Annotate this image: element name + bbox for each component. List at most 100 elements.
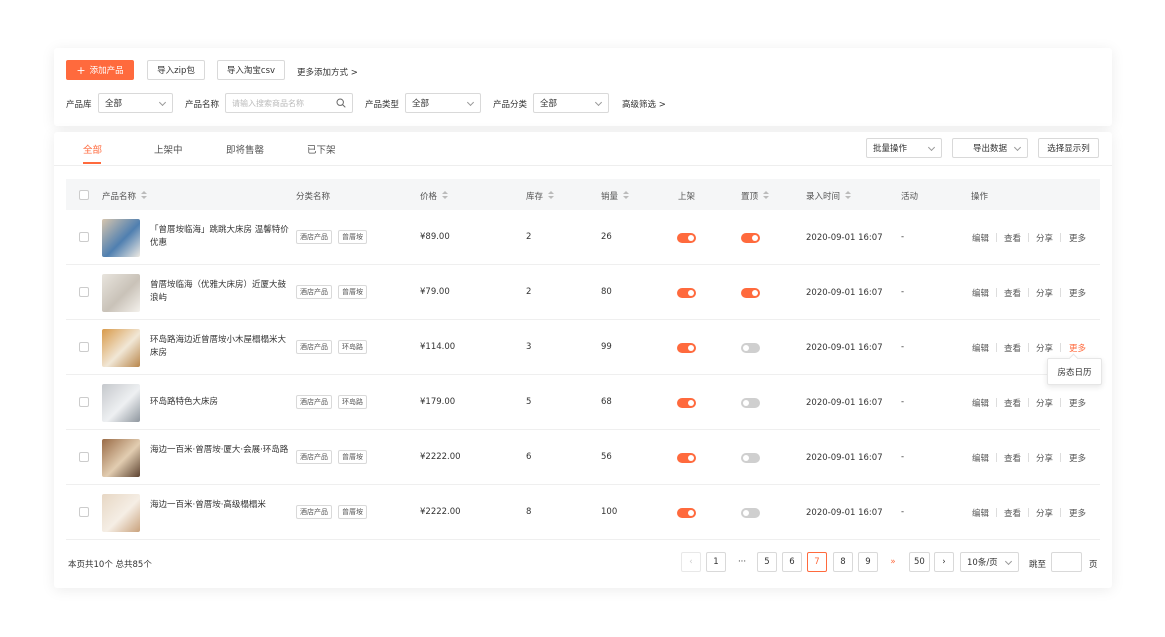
- goto-page-field[interactable]: [1058, 557, 1075, 567]
- more-action[interactable]: 更多: [1069, 397, 1086, 409]
- listed-toggle[interactable]: [677, 288, 696, 298]
- choose-columns-button[interactable]: 选择显示列: [1038, 138, 1099, 158]
- prev-page-button[interactable]: ‹: [681, 552, 701, 572]
- product-thumbnail[interactable]: [102, 439, 140, 477]
- page-button[interactable]: 50: [909, 552, 930, 572]
- listed-toggle[interactable]: [677, 233, 696, 243]
- import-taobao-button[interactable]: 导入淘宝csv: [217, 60, 285, 80]
- col-sales[interactable]: 销量: [601, 190, 630, 202]
- name-search-input[interactable]: [225, 93, 353, 113]
- library-select[interactable]: 全部: [98, 93, 173, 113]
- edit-action[interactable]: 编辑: [972, 342, 989, 354]
- room-calendar-tooltip[interactable]: 房态日历: [1047, 358, 1102, 385]
- sort-icon[interactable]: [845, 191, 852, 200]
- page-button[interactable]: 5: [757, 552, 777, 572]
- next-page-button[interactable]: ›: [934, 552, 954, 572]
- product-name[interactable]: 「曾厝垵临海」跳跳大床房 温馨特价优惠: [150, 224, 290, 250]
- view-action[interactable]: 查看: [1004, 507, 1021, 519]
- page-button[interactable]: 9: [858, 552, 878, 572]
- page-button[interactable]: 1: [706, 552, 726, 572]
- edit-action[interactable]: 编辑: [972, 287, 989, 299]
- tab-off-shelf[interactable]: 已下架: [307, 142, 336, 156]
- pinned-toggle[interactable]: [741, 398, 760, 408]
- page-button[interactable]: 7: [807, 552, 827, 572]
- tab-on-sale[interactable]: 上架中: [154, 142, 183, 156]
- edit-action[interactable]: 编辑: [972, 452, 989, 464]
- pinned-toggle[interactable]: [741, 453, 760, 463]
- view-action[interactable]: 查看: [1004, 452, 1021, 464]
- row-checkbox[interactable]: [79, 342, 89, 352]
- row-checkbox[interactable]: [79, 287, 89, 297]
- category-select[interactable]: 全部: [533, 93, 609, 113]
- listed-toggle[interactable]: [677, 343, 696, 353]
- more-action[interactable]: 更多: [1069, 342, 1086, 354]
- row-checkbox[interactable]: [79, 507, 89, 517]
- select-all-checkbox[interactable]: [79, 190, 89, 200]
- name-search-field[interactable]: [232, 98, 336, 108]
- stock-value: 6: [526, 452, 532, 462]
- edit-action[interactable]: 编辑: [972, 397, 989, 409]
- share-action[interactable]: 分享: [1036, 287, 1053, 299]
- listed-toggle[interactable]: [677, 453, 696, 463]
- product-name[interactable]: 曾厝垵临海（优雅大床房）近厦大鼓浪屿: [150, 279, 290, 305]
- product-thumbnail[interactable]: [102, 494, 140, 532]
- product-thumbnail[interactable]: [102, 329, 140, 367]
- row-checkbox[interactable]: [79, 397, 89, 407]
- add-product-button[interactable]: + 添加产品: [66, 60, 134, 80]
- more-add-link[interactable]: 更多添加方式 >: [297, 66, 358, 78]
- pinned-toggle[interactable]: [741, 508, 760, 518]
- more-action[interactable]: 更多: [1069, 452, 1086, 464]
- jump-forward-button[interactable]: »: [883, 552, 903, 572]
- view-action[interactable]: 查看: [1004, 287, 1021, 299]
- product-name[interactable]: 海边一百米·曾厝垵·高级榻榻米: [150, 499, 290, 512]
- tab-selling-out[interactable]: 即将售罄: [226, 142, 264, 156]
- sort-icon[interactable]: [623, 191, 630, 200]
- page-button[interactable]: 6: [782, 552, 802, 572]
- product-thumbnail[interactable]: [102, 219, 140, 257]
- product-thumbnail[interactable]: [102, 384, 140, 422]
- goto-page-input[interactable]: [1051, 552, 1082, 572]
- import-zip-button[interactable]: 导入zip包: [147, 60, 205, 80]
- listed-toggle[interactable]: [677, 508, 696, 518]
- page-size-select[interactable]: 10条/页: [960, 552, 1019, 572]
- row-checkbox[interactable]: [79, 232, 89, 242]
- col-entry-time[interactable]: 录入时间: [806, 190, 852, 202]
- share-action[interactable]: 分享: [1036, 507, 1053, 519]
- share-action[interactable]: 分享: [1036, 342, 1053, 354]
- page-button[interactable]: 8: [833, 552, 853, 572]
- product-name[interactable]: 环岛路特色大床房: [150, 396, 290, 409]
- type-select[interactable]: 全部: [405, 93, 481, 113]
- edit-action[interactable]: 编辑: [972, 232, 989, 244]
- advanced-filter-link[interactable]: 高级筛选 >: [622, 98, 666, 110]
- product-thumbnail[interactable]: [102, 274, 140, 312]
- view-action[interactable]: 查看: [1004, 232, 1021, 244]
- search-icon[interactable]: [336, 98, 346, 108]
- tab-all[interactable]: 全部: [83, 142, 102, 156]
- pinned-toggle[interactable]: [741, 288, 760, 298]
- row-checkbox[interactable]: [79, 452, 89, 462]
- product-name[interactable]: 环岛路海边近曾厝垵小木屋榻榻米大床房: [150, 334, 290, 360]
- pinned-toggle[interactable]: [741, 233, 760, 243]
- col-pinned[interactable]: 置顶: [741, 190, 770, 202]
- sort-icon[interactable]: [548, 191, 555, 200]
- listed-toggle[interactable]: [677, 398, 696, 408]
- sort-icon[interactable]: [763, 191, 770, 200]
- share-action[interactable]: 分享: [1036, 232, 1053, 244]
- export-data-select[interactable]: 导出数据: [952, 138, 1028, 158]
- share-action[interactable]: 分享: [1036, 397, 1053, 409]
- sort-icon[interactable]: [141, 191, 148, 200]
- more-action[interactable]: 更多: [1069, 507, 1086, 519]
- sort-icon[interactable]: [442, 191, 449, 200]
- pinned-toggle[interactable]: [741, 343, 760, 353]
- share-action[interactable]: 分享: [1036, 452, 1053, 464]
- more-action[interactable]: 更多: [1069, 232, 1086, 244]
- view-action[interactable]: 查看: [1004, 342, 1021, 354]
- view-action[interactable]: 查看: [1004, 397, 1021, 409]
- edit-action[interactable]: 编辑: [972, 507, 989, 519]
- batch-operation-select[interactable]: 批量操作: [866, 138, 942, 158]
- col-price[interactable]: 价格: [420, 190, 449, 202]
- more-action[interactable]: 更多: [1069, 287, 1086, 299]
- product-name[interactable]: 海边一百米·曾厝垵·厦大·会展·环岛路: [150, 444, 290, 457]
- col-stock[interactable]: 库存: [526, 190, 555, 202]
- col-product-name[interactable]: 产品名称: [102, 190, 148, 202]
